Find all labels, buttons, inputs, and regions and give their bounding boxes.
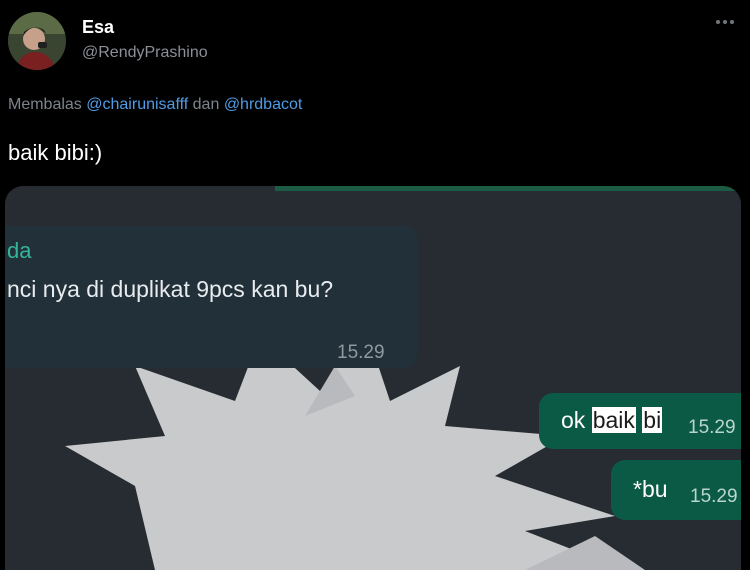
display-name[interactable]: Esa xyxy=(82,17,114,38)
replying-to: Membalas @chairunisafff dan @hrdbacot xyxy=(8,96,302,114)
replying-to-joiner: dan xyxy=(192,96,220,113)
incoming-message: da nci nya di duplikat 9pcs kan bu? 15.2… xyxy=(5,226,417,368)
outgoing-message: *bu 15.29 xyxy=(611,460,741,520)
message-time: 15.29 xyxy=(337,342,385,363)
user-handle[interactable]: @RendyPrashino xyxy=(82,44,208,62)
more-horizontal-icon[interactable] xyxy=(714,14,736,30)
mention-link[interactable]: @hrdbacot xyxy=(224,96,303,113)
message-time: 15.29 xyxy=(688,417,736,438)
outgoing-message: ok baik bi 15.29 xyxy=(539,393,741,449)
message-text: ok baik bi xyxy=(561,407,663,434)
avatar-image xyxy=(8,12,66,70)
highlighted-word: baik xyxy=(591,407,636,433)
mention-link[interactable]: @chairunisafff xyxy=(86,96,188,113)
highlighted-word: bi xyxy=(642,407,663,433)
message-time: 15.29 xyxy=(690,486,738,507)
tweet-media-image[interactable]: da nci nya di duplikat 9pcs kan bu? 15.2… xyxy=(5,186,741,570)
message-word: ok xyxy=(561,407,586,433)
replying-to-prefix: Membalas xyxy=(8,96,82,113)
message-sender: da xyxy=(7,238,32,263)
message-text: nci nya di duplikat 9pcs kan bu? xyxy=(7,276,334,302)
tweet-card: Esa @RendyPrashino Membalas @chairunisaf… xyxy=(0,0,750,570)
message-text: *bu xyxy=(633,476,668,502)
avatar[interactable] xyxy=(8,12,66,70)
tweet-text: baik bibi:) xyxy=(8,140,103,165)
